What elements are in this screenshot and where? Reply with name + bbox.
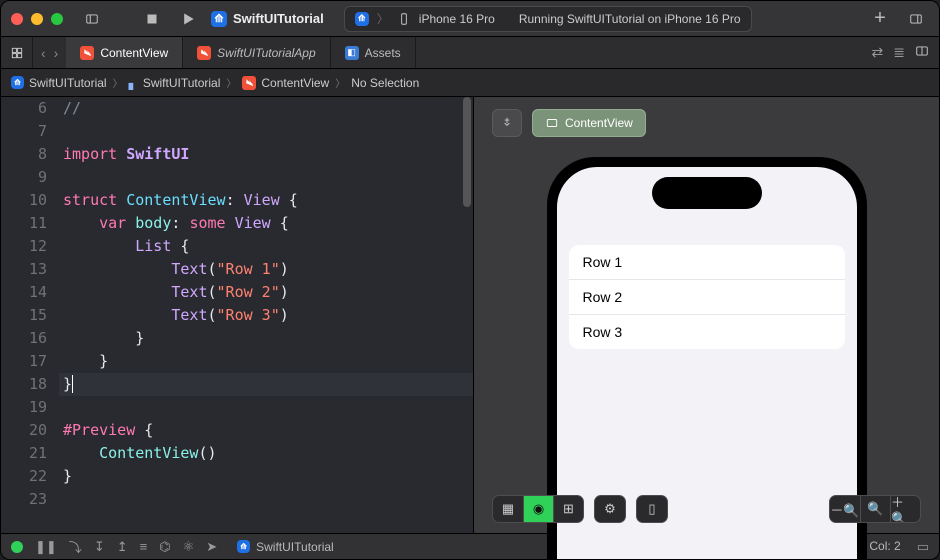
swift-file-icon [242,76,256,90]
chevron-right-icon: 〉 [377,10,389,27]
code-line[interactable]: List { [59,235,473,258]
preview-canvas: ContentView Row 1Row 2Row 3 ▦ ◉ ⊞ ⚙ [473,97,939,533]
xcode-window: ⟰ SwiftUITutorial ⟰ 〉 iPhone 16 Pro Runn… [0,0,940,560]
zoom-in-button[interactable]: ＋🔍 [890,496,920,522]
swift-file-icon [197,46,211,60]
device-icon [397,12,411,26]
editor-scrollbar[interactable] [463,97,471,533]
code-line[interactable]: struct ContentView: View { [59,189,473,212]
selectable-preview-button[interactable]: ◉ [523,496,553,522]
device-name: iPhone 16 Pro [419,12,495,26]
list-row[interactable]: Row 1 [569,245,845,280]
code-line[interactable]: } [59,350,473,373]
view-debug-button[interactable]: ≡ [140,539,148,554]
tab-label: SwiftUITutorialApp [217,46,315,60]
preview-chip-label: ContentView [565,116,633,130]
pause-button[interactable]: ❚❚ [35,539,57,555]
code-line[interactable]: } [59,373,473,396]
code-line[interactable]: Text("Row 3") [59,304,473,327]
toggle-debug-area-button[interactable]: ▭ [917,539,929,555]
code-line[interactable]: #Preview { [59,419,473,442]
code-line[interactable] [59,488,473,511]
orientation-button[interactable]: ▯ [637,496,667,522]
list-row[interactable]: Row 2 [569,280,845,315]
zoom-fit-button[interactable]: 🔍 [860,496,890,522]
code-line[interactable] [59,166,473,189]
list-row[interactable]: Row 3 [569,315,845,349]
process-name: SwiftUITutorial [256,540,334,554]
nav-forward-button[interactable]: › [50,45,63,61]
code-line[interactable]: // [59,97,473,120]
code-line[interactable]: import SwiftUI [59,143,473,166]
dynamic-island [652,177,762,209]
crumb-folder: SwiftUITutorial [143,76,221,90]
step-out-button[interactable]: ↥ [117,539,128,555]
run-destination-status[interactable]: ⟰ 〉 iPhone 16 Pro Running SwiftUITutoria… [344,6,752,32]
editor-tab[interactable]: ◧ Assets [331,37,416,68]
scheme-selector[interactable]: ⟰ SwiftUITutorial [211,11,324,27]
status-indicator [11,541,23,553]
stop-button[interactable] [139,7,165,31]
adjust-editor-options-button[interactable]: ≣ [893,44,905,61]
add-button[interactable]: + [867,7,893,31]
build-status-text: Running SwiftUITutorial on iPhone 16 Pro [519,12,741,26]
project-icon: ⟰ [11,76,24,89]
crumb-selection: No Selection [351,76,419,90]
source-editor[interactable]: 67891011121314151617181920212223 // impo… [1,97,473,533]
memory-graph-button[interactable]: ⌬ [159,539,170,555]
process-icon: ⟰ [237,540,250,553]
toggle-navigator-button[interactable] [79,7,105,31]
pin-preview-button[interactable] [492,109,522,137]
scheme-icon: ⟰ [355,12,369,26]
step-over-button[interactable]: ⤵ [69,537,82,556]
preview-selector[interactable]: ContentView [532,109,646,137]
jump-bar[interactable]: ⟰ SwiftUITutorial 〉 ▖ SwiftUITutorial 〉 Co… [1,69,939,97]
main-split: 67891011121314151617181920212223 // impo… [1,97,939,533]
simulate-location-button[interactable]: ➤ [206,539,217,555]
zoom-out-button[interactable]: －🔍 [830,496,860,522]
chevron-right-icon: 〉 [333,75,347,90]
app-icon: ⟰ [211,11,227,27]
variants-button[interactable]: ⊞ [553,496,583,522]
editor-tab[interactable]: SwiftUITutorialApp [183,37,330,68]
close-window-button[interactable] [11,13,23,25]
assets-icon: ◧ [345,46,359,60]
chevron-right-icon: 〉 [224,75,238,90]
nav-back-button[interactable]: ‹ [37,45,50,61]
editor-tab[interactable]: ContentView [66,37,183,68]
code-line[interactable]: ContentView() [59,442,473,465]
preview-mode-controls: ▦ ◉ ⊞ [492,495,584,523]
zoom-controls: －🔍 🔍 ＋🔍 [829,495,921,523]
toggle-inspector-button[interactable] [903,7,929,31]
crumb-file: ContentView [261,76,329,90]
live-preview-button[interactable]: ▦ [493,496,523,522]
step-into-button[interactable]: ↧ [94,539,105,555]
window-controls [11,13,63,25]
environment-override-button[interactable]: ⚛ [183,539,195,555]
code-line[interactable] [59,120,473,143]
tab-label: Assets [365,46,401,60]
editor-tab-bar: ‹ › ContentView SwiftUITutorialApp ◧ Assets… [1,37,939,69]
related-items-button[interactable] [1,37,33,68]
code-line[interactable]: Text("Row 2") [59,281,473,304]
preview-list: Row 1Row 2Row 3 [569,245,845,349]
minimize-window-button[interactable] [31,13,43,25]
crumb-project: SwiftUITutorial [29,76,107,90]
toggle-code-review-button[interactable]: ⇄ [872,44,884,61]
swift-file-icon [80,46,94,60]
device-settings-button[interactable]: ⚙ [595,496,625,522]
code-line[interactable] [59,396,473,419]
code-line[interactable]: var body: some View { [59,212,473,235]
code-line[interactable]: } [59,327,473,350]
zoom-window-button[interactable] [51,13,63,25]
code-line[interactable]: } [59,465,473,488]
folder-icon: ▖ [129,76,138,90]
project-name: SwiftUITutorial [233,11,324,26]
run-button[interactable] [175,7,201,31]
titlebar: ⟰ SwiftUITutorial ⟰ 〉 iPhone 16 Pro Runn… [1,1,939,37]
tab-label: ContentView [100,46,168,60]
add-editor-button[interactable] [915,44,929,61]
chevron-right-icon: 〉 [111,75,125,90]
code-line[interactable]: Text("Row 1") [59,258,473,281]
